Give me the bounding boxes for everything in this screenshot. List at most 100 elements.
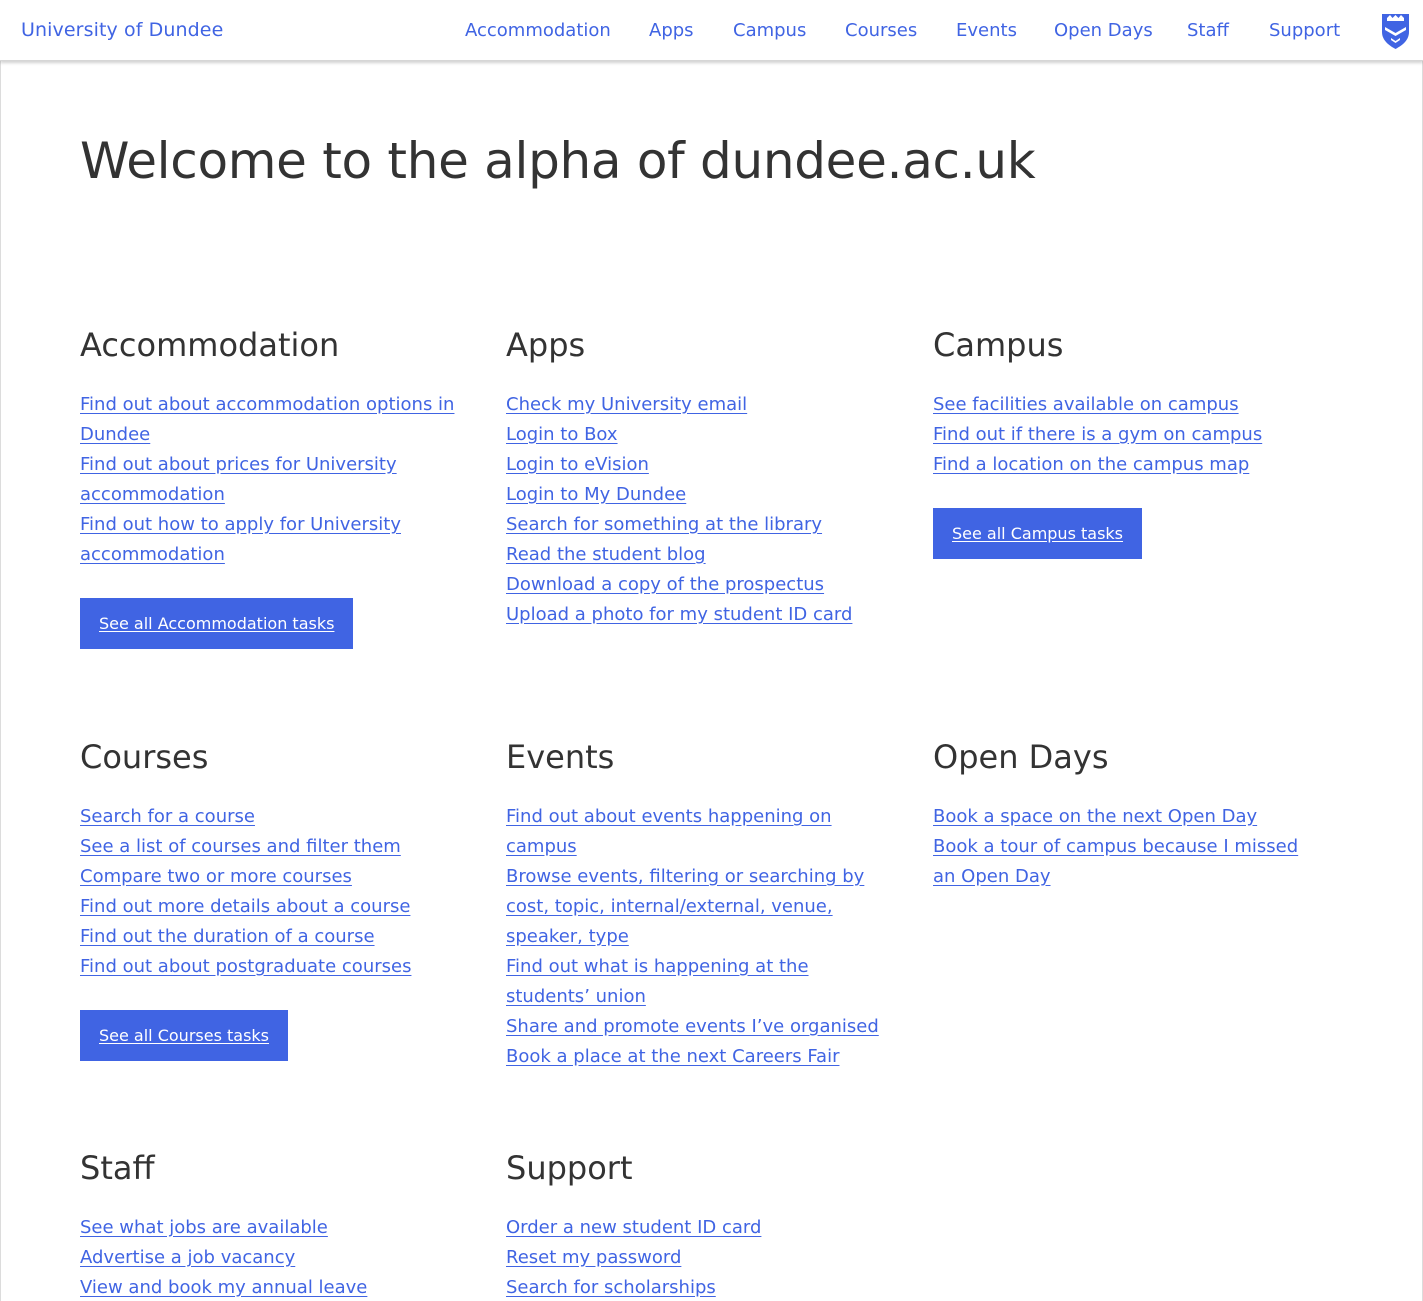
task-link[interactable]: Login to eVision [506, 454, 649, 475]
section-events: Events Find out about events happening o… [506, 740, 906, 1072]
list-item: See facilities available on campus [933, 390, 1333, 420]
section-title: Apps [506, 326, 586, 364]
task-link[interactable]: Reset my password [506, 1247, 681, 1268]
section-title: Support [506, 1149, 633, 1187]
nav-campus[interactable]: Campus [733, 20, 806, 41]
task-link[interactable]: Upload a photo for my student ID card [506, 604, 852, 625]
list-item: Login to eVision [506, 450, 906, 480]
list-item: Find out about postgraduate courses [80, 952, 480, 982]
task-link[interactable]: Find out if there is a gym on campus [933, 424, 1262, 445]
see-all-courses-button[interactable]: See all Courses tasks [80, 1010, 289, 1061]
see-all-campus-button[interactable]: See all Campus tasks [933, 508, 1143, 559]
task-list: Check my University email Login to Box L… [506, 390, 906, 630]
page-title: Welcome to the alpha of dundee.ac.uk [80, 132, 1036, 190]
task-link[interactable]: Login to Box [506, 424, 618, 445]
section-title: Courses [80, 738, 209, 776]
task-link[interactable]: Find out about postgraduate courses [80, 956, 411, 977]
section-campus: Campus See facilities available on campu… [933, 328, 1333, 559]
list-item: Book a place at the next Careers Fair [506, 1042, 906, 1072]
task-link[interactable]: Download a copy of the prospectus [506, 574, 824, 595]
section-open-days: Open Days Book a space on the next Open … [933, 740, 1333, 892]
task-link[interactable]: Find out more details about a course [80, 896, 410, 917]
task-link[interactable]: Search for scholarships [506, 1277, 716, 1298]
list-item: Find out about prices for University acc… [80, 450, 410, 510]
page-frame [0, 0, 1423, 1301]
section-title: Campus [933, 326, 1064, 364]
shield-crest-icon[interactable] [1381, 12, 1410, 50]
section-title: Events [506, 738, 615, 776]
task-link[interactable]: Advertise a job vacancy [80, 1247, 295, 1268]
task-list: Book a space on the next Open Day Book a… [933, 802, 1333, 892]
list-item: Download a copy of the prospectus [506, 570, 906, 600]
see-all-accommodation-button[interactable]: See all Accommodation tasks [80, 598, 354, 649]
nav-staff[interactable]: Staff [1187, 20, 1229, 41]
task-link[interactable]: Book a tour of campus because I missed a… [933, 836, 1298, 887]
nav-support[interactable]: Support [1269, 20, 1340, 41]
section-apps: Apps Check my University email Login to … [506, 328, 906, 630]
task-link[interactable]: See a list of courses and filter them [80, 836, 401, 857]
list-item: Browse events, filtering or searching by… [506, 862, 898, 952]
task-link[interactable]: Find out how to apply for University acc… [80, 514, 401, 565]
list-item: Login to My Dundee [506, 480, 906, 510]
task-list: Order a new student ID card Reset my pas… [506, 1213, 906, 1301]
task-link[interactable]: See what jobs are available [80, 1217, 328, 1238]
list-item: See a list of courses and filter them [80, 832, 480, 862]
list-item: Book a space on the next Open Day [933, 802, 1333, 832]
list-item: Order a new student ID card [506, 1213, 906, 1243]
nav-events[interactable]: Events [956, 20, 1017, 41]
section-support: Support Order a new student ID card Rese… [506, 1151, 906, 1301]
task-link[interactable]: View and book my annual leave [80, 1277, 367, 1298]
task-list: Find out about accommodation options in … [80, 390, 480, 570]
list-item: Share and promote events I’ve organised [506, 1012, 906, 1042]
nav-accommodation[interactable]: Accommodation [465, 20, 611, 41]
task-link[interactable]: Find out about prices for University acc… [80, 454, 397, 505]
task-list: Find out about events happening on campu… [506, 802, 906, 1072]
list-item: See what jobs are available [80, 1213, 480, 1243]
list-item: Find out what is happening at the studen… [506, 952, 886, 1012]
list-item: Search for a course [80, 802, 480, 832]
list-item: View and book my annual leave [80, 1273, 480, 1301]
task-list: See facilities available on campus Find … [933, 390, 1333, 480]
task-link[interactable]: Search for a course [80, 806, 255, 827]
list-item: Find out more details about a course [80, 892, 480, 922]
task-link[interactable]: Book a place at the next Careers Fair [506, 1046, 839, 1067]
list-item: Find out about events happening on campu… [506, 802, 906, 862]
task-link[interactable]: Compare two or more courses [80, 866, 352, 887]
list-item: Book a tour of campus because I missed a… [933, 832, 1313, 892]
task-link[interactable]: Login to My Dundee [506, 484, 686, 505]
task-link[interactable]: Find out what is happening at the studen… [506, 956, 809, 1007]
task-link[interactable]: Search for something at the library [506, 514, 822, 535]
task-link[interactable]: Book a space on the next Open Day [933, 806, 1257, 827]
task-link[interactable]: Share and promote events I’ve organised [506, 1016, 879, 1037]
nav-courses[interactable]: Courses [845, 20, 917, 41]
section-staff: Staff See what jobs are available Advert… [80, 1151, 480, 1301]
list-item: Search for something at the library [506, 510, 906, 540]
task-link[interactable]: Find a location on the campus map [933, 454, 1249, 475]
nav-open-days[interactable]: Open Days [1054, 20, 1153, 41]
list-item: Find out about accommodation options in … [80, 390, 455, 450]
list-item: Reset my password [506, 1243, 906, 1273]
nav-apps[interactable]: Apps [649, 20, 694, 41]
task-link[interactable]: Find out about events happening on campu… [506, 806, 832, 857]
list-item: Find out if there is a gym on campus [933, 420, 1333, 450]
list-item: Find a location on the campus map [933, 450, 1333, 480]
task-link[interactable]: See facilities available on campus [933, 394, 1239, 415]
list-item: Advertise a job vacancy [80, 1243, 480, 1273]
task-link[interactable]: Check my University email [506, 394, 747, 415]
task-link[interactable]: Find out the duration of a course [80, 926, 375, 947]
task-link[interactable]: Browse events, filtering or searching by… [506, 866, 864, 947]
task-link[interactable]: Find out about accommodation options in … [80, 394, 454, 445]
section-courses: Courses Search for a course See a list o… [80, 740, 480, 1061]
section-title: Open Days [933, 738, 1109, 776]
main-nav: Accommodation Apps Campus Courses Events… [0, 20, 1423, 44]
section-title: Accommodation [80, 326, 340, 364]
section-title: Staff [80, 1149, 155, 1187]
task-link[interactable]: Read the student blog [506, 544, 706, 565]
task-link[interactable]: Order a new student ID card [506, 1217, 761, 1238]
list-item: Read the student blog [506, 540, 906, 570]
list-item: Check my University email [506, 390, 906, 420]
list-item: Find out how to apply for University acc… [80, 510, 410, 570]
list-item: Upload a photo for my student ID card [506, 600, 906, 630]
list-item: Compare two or more courses [80, 862, 480, 892]
list-item: Login to Box [506, 420, 906, 450]
